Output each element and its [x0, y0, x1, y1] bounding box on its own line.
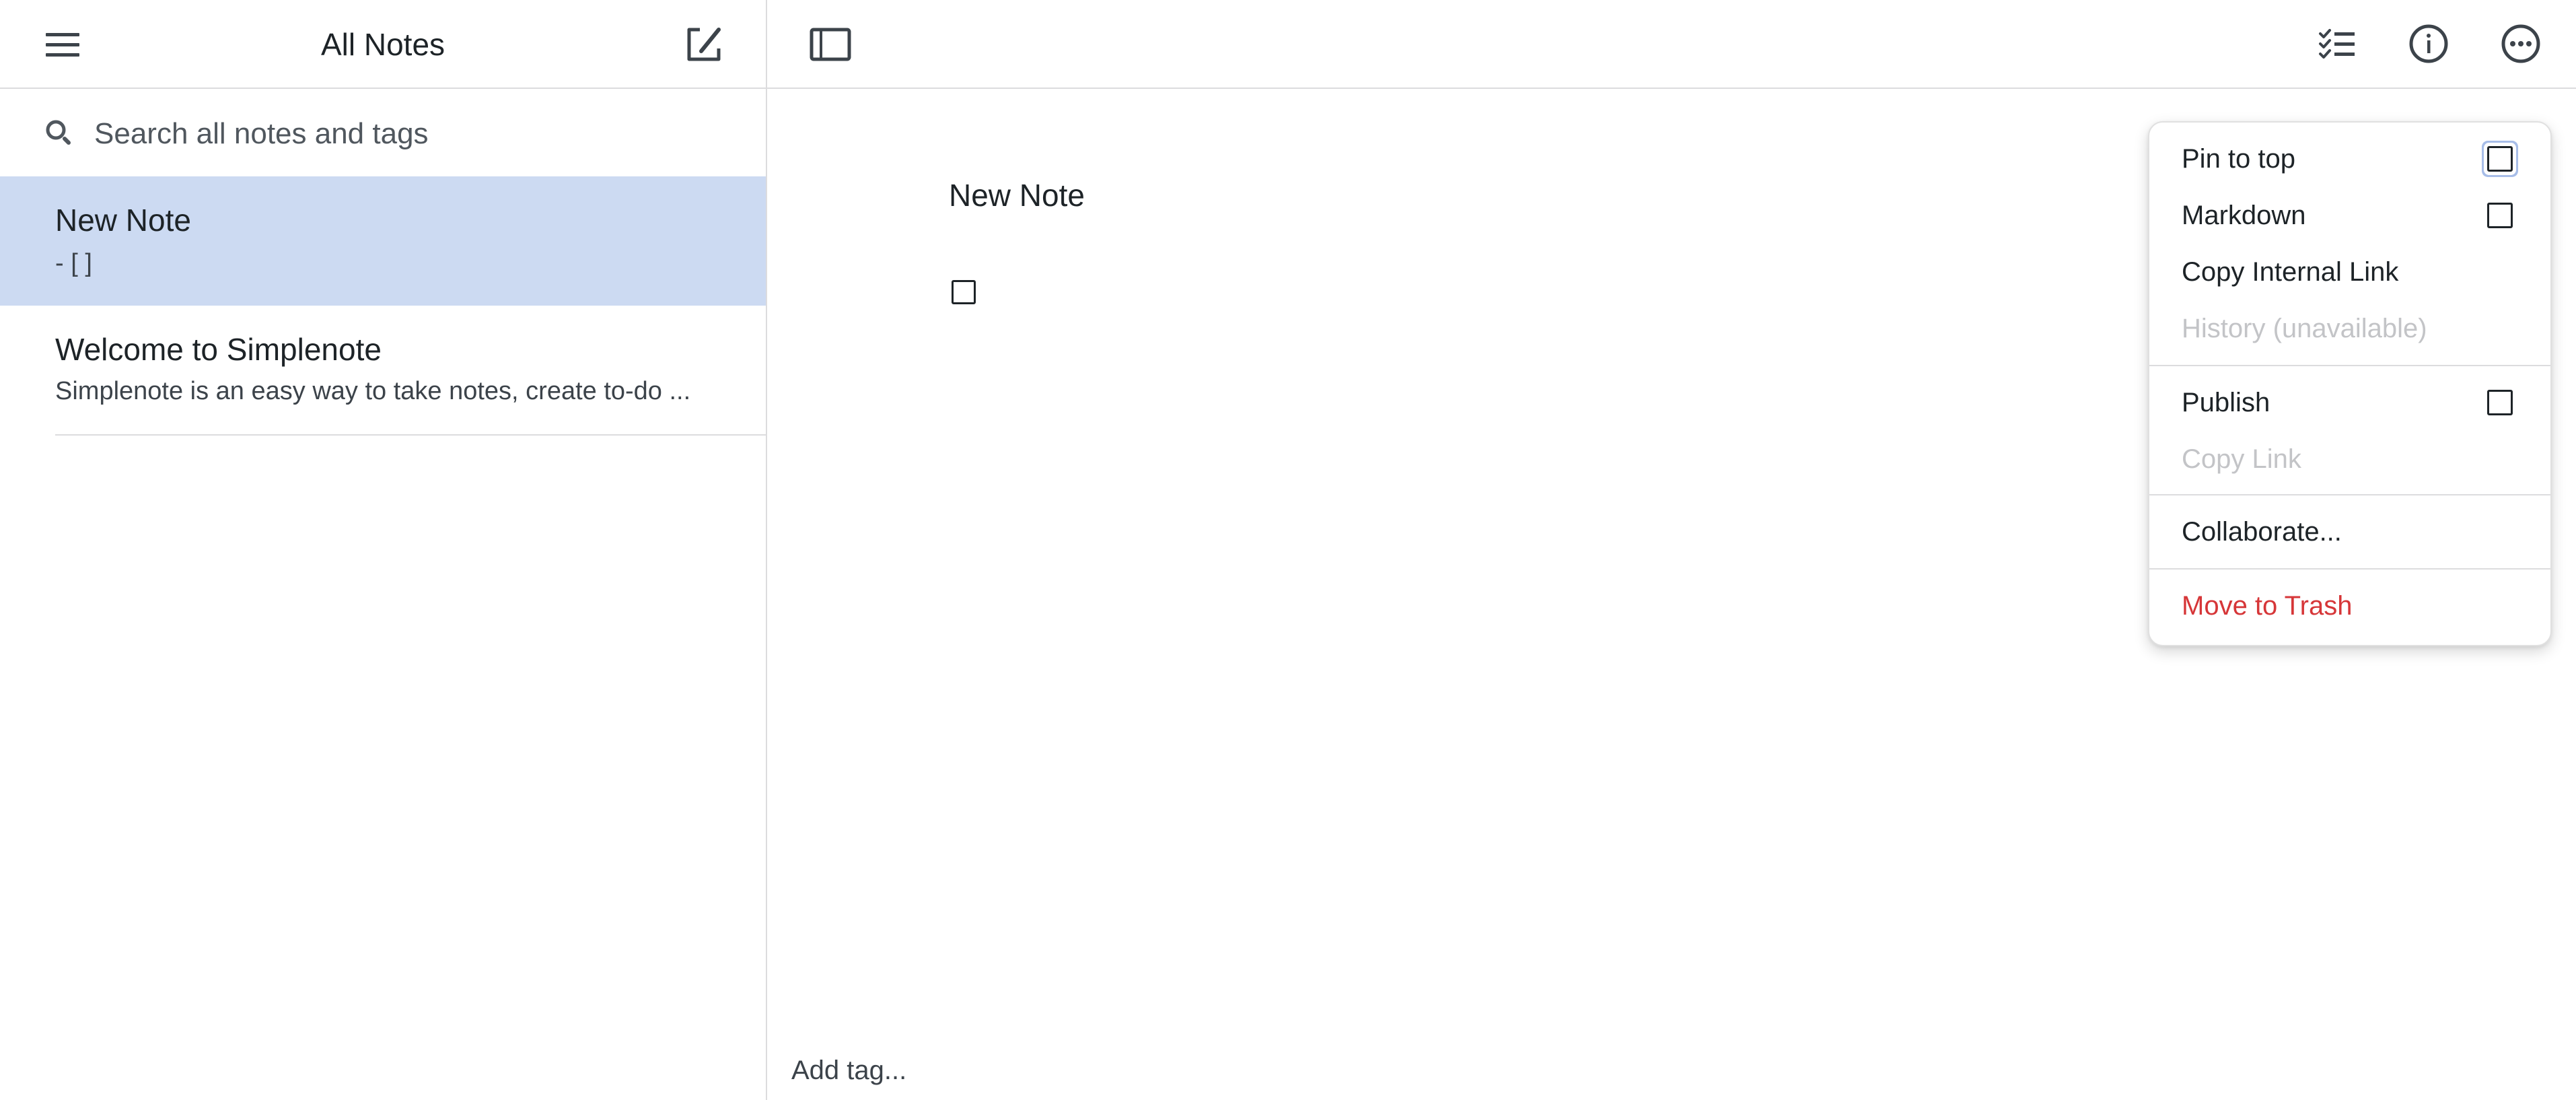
note-actions-button[interactable] — [2498, 22, 2544, 66]
note-title: Welcome to Simplenote — [55, 332, 382, 367]
menu-item-label: Copy Link — [2182, 444, 2301, 474]
note-list-divider — [55, 434, 766, 436]
note-actions-menu: Pin to top Markdown Copy Internal Link H… — [2148, 121, 2552, 646]
publish-checkbox[interactable] — [2487, 390, 2513, 415]
menu-item-label: Pin to top — [2182, 144, 2296, 174]
note-title: New Note — [55, 203, 191, 238]
more-options-icon — [2501, 24, 2540, 63]
markdown-checkbox[interactable] — [2487, 203, 2513, 228]
sidebar-toggle-icon — [810, 28, 851, 61]
menu-item-copy-internal-link[interactable]: Copy Internal Link — [2149, 244, 2550, 300]
new-note-icon — [687, 28, 721, 61]
menu-item-collaborate[interactable]: Collaborate... — [2149, 504, 2550, 560]
menu-divider — [2149, 365, 2550, 366]
pin-to-top-checkbox[interactable] — [2487, 146, 2513, 172]
toggle-sidebar-button[interactable] — [805, 23, 856, 65]
editor-toolbar — [767, 0, 2576, 89]
menu-item-markdown[interactable]: Markdown — [2149, 187, 2550, 244]
search-icon — [44, 118, 74, 148]
menu-item-label: Publish — [2182, 388, 2270, 417]
note-preview: Simplenote is an easy way to take notes,… — [55, 377, 691, 405]
note-list-item[interactable]: New Note - [ ] — [0, 176, 766, 306]
new-note-button[interactable] — [680, 22, 727, 66]
note-editor-title-line[interactable]: New Note — [949, 174, 1085, 217]
menu-item-label: Copy Internal Link — [2182, 257, 2399, 287]
menu-divider — [2149, 494, 2550, 495]
menu-item-label: Markdown — [2182, 201, 2306, 230]
note-list-item[interactable]: Welcome to Simplenote Simplenote is an e… — [0, 307, 766, 435]
note-info-button[interactable] — [2405, 22, 2452, 66]
search-input[interactable] — [94, 112, 740, 156]
menu-item-pin-to-top[interactable]: Pin to top — [2149, 131, 2550, 187]
menu-item-move-to-trash[interactable]: Move to Trash — [2149, 578, 2550, 634]
info-icon — [2409, 24, 2448, 63]
menu-item-label: Move to Trash — [2182, 591, 2353, 621]
menu-divider — [2149, 568, 2550, 570]
menu-item-copy-link: Copy Link — [2149, 431, 2550, 487]
note-list-title: All Notes — [320, 27, 445, 62]
add-tag-input[interactable] — [791, 1050, 1397, 1091]
note-preview: - [ ] — [55, 249, 92, 277]
insert-checklist-button[interactable] — [2312, 22, 2362, 66]
menu-item-label: History (unavailable) — [2182, 314, 2427, 343]
checklist-item-checkbox[interactable] — [952, 280, 976, 304]
menu-item-publish[interactable]: Publish — [2149, 374, 2550, 431]
checklist-icon — [2319, 29, 2355, 59]
menu-item-label: Collaborate... — [2182, 517, 2342, 547]
menu-item-history: History (unavailable) — [2149, 300, 2550, 357]
